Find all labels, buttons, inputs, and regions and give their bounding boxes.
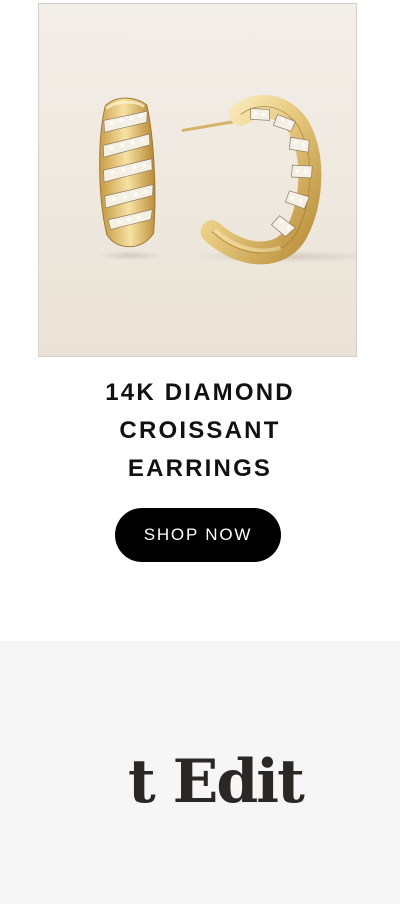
product-image[interactable] [38, 3, 357, 357]
edit-section: t Edit [0, 641, 400, 904]
section-heading: t Edit [128, 747, 305, 817]
product-card: 14K DIAMOND CROISSANT EARRINGS SHOP NOW [0, 0, 400, 640]
shop-now-button[interactable]: SHOP NOW [115, 508, 281, 562]
product-title: 14K DIAMOND CROISSANT EARRINGS [105, 379, 295, 482]
earrings-illustration [39, 4, 356, 356]
